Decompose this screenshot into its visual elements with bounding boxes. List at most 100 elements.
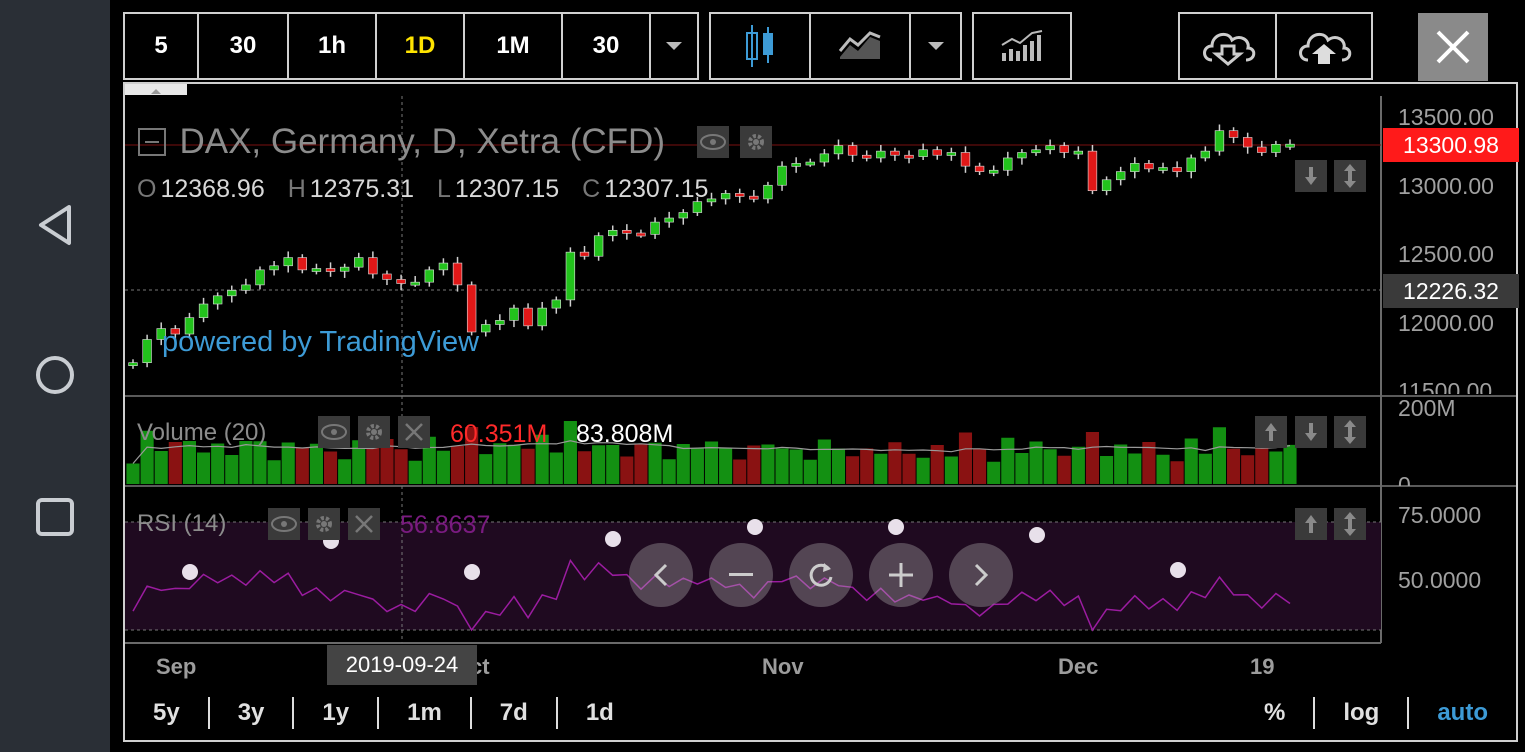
volume-value-2: 83.808M bbox=[576, 420, 674, 448]
hide-rsi-button[interactable] bbox=[268, 508, 300, 540]
volume-bar bbox=[1255, 445, 1269, 484]
chevron-right-icon bbox=[974, 563, 989, 587]
volume-expand-button[interactable] bbox=[1334, 416, 1366, 448]
range-1y[interactable]: 1y bbox=[294, 697, 377, 729]
remove-rsi-button[interactable] bbox=[348, 508, 380, 540]
volume-bar bbox=[1156, 454, 1170, 484]
volume-bar bbox=[338, 459, 352, 484]
chart-scroll-dot bbox=[1170, 562, 1186, 578]
candle bbox=[904, 154, 914, 159]
volume-bar bbox=[1001, 437, 1015, 484]
range-1m[interactable]: 1m bbox=[379, 697, 470, 729]
volume-bar bbox=[1043, 449, 1057, 484]
series-title: DAX, Germany, D, Xetra (CFD) bbox=[179, 122, 665, 161]
volume-bar bbox=[295, 447, 309, 484]
series-settings-button[interactable] bbox=[739, 126, 772, 158]
rsi-expand-button[interactable] bbox=[1334, 508, 1366, 540]
hide-series-button[interactable] bbox=[697, 126, 730, 158]
candle bbox=[1101, 179, 1112, 192]
rsi-settings-button[interactable] bbox=[308, 508, 340, 540]
volume-bar bbox=[408, 460, 422, 484]
candle bbox=[565, 251, 576, 301]
volume-bar bbox=[436, 450, 450, 484]
volume-bar bbox=[1015, 453, 1029, 484]
candle bbox=[212, 295, 223, 305]
volume-bar bbox=[662, 459, 676, 484]
percent-scale-toggle[interactable]: % bbox=[1236, 697, 1313, 729]
scroll-left-button[interactable] bbox=[629, 543, 693, 607]
volume-bar bbox=[1128, 453, 1142, 484]
time-axis-label: Nov bbox=[762, 654, 804, 679]
expand-vertical-icon bbox=[1344, 164, 1356, 188]
chart-scroll-dot bbox=[747, 519, 763, 535]
volume-bar bbox=[690, 448, 704, 484]
chart-canvas[interactable] bbox=[0, 0, 1525, 752]
candle bbox=[1257, 146, 1267, 153]
volume-settings-button[interactable] bbox=[358, 416, 390, 448]
volume-bar bbox=[719, 448, 733, 484]
candle bbox=[932, 149, 942, 156]
candle bbox=[1242, 137, 1253, 148]
candle bbox=[523, 307, 533, 327]
candle bbox=[438, 262, 449, 271]
zoom-out-button[interactable] bbox=[709, 543, 773, 607]
scroll-right-button[interactable] bbox=[949, 543, 1013, 607]
volume-bar bbox=[196, 452, 211, 484]
volume-bar bbox=[1100, 456, 1114, 484]
hide-volume-button[interactable] bbox=[318, 416, 350, 448]
volume-move-up-button[interactable] bbox=[1255, 416, 1287, 448]
zoom-in-button[interactable] bbox=[869, 543, 933, 607]
volume-move-down-button[interactable] bbox=[1295, 416, 1327, 448]
volume-bar bbox=[1085, 432, 1100, 484]
candle bbox=[424, 269, 434, 283]
arrow-down-icon bbox=[1305, 423, 1317, 441]
candle bbox=[537, 307, 547, 327]
reset-chart-button[interactable] bbox=[789, 543, 853, 607]
candle bbox=[791, 163, 801, 167]
candle bbox=[890, 150, 900, 156]
price-axis-label: 13000.00 bbox=[1398, 173, 1494, 199]
candle bbox=[974, 165, 985, 172]
auto-scale-toggle[interactable]: auto bbox=[1409, 697, 1516, 729]
scroll-down-button[interactable] bbox=[1295, 160, 1327, 192]
volume-bar bbox=[507, 444, 521, 484]
volume-bar bbox=[253, 441, 267, 484]
time-axis-label: Dec bbox=[1058, 654, 1099, 679]
candle bbox=[678, 212, 688, 219]
volume-bar bbox=[281, 442, 295, 484]
tradingview-watermark[interactable]: powered by TradingView bbox=[162, 326, 479, 359]
close-label: C bbox=[582, 175, 601, 203]
gear-icon bbox=[366, 424, 382, 440]
volume-bar bbox=[479, 454, 493, 484]
expand-pane-button[interactable] bbox=[1334, 160, 1366, 192]
candle bbox=[142, 339, 152, 363]
collapse-legend-icon[interactable] bbox=[137, 127, 167, 157]
volume-bar bbox=[944, 456, 958, 484]
candle bbox=[1130, 163, 1140, 172]
range-1d[interactable]: 1d bbox=[558, 697, 642, 729]
plus-icon bbox=[889, 563, 913, 587]
volume-bar bbox=[592, 445, 606, 484]
range-3y[interactable]: 3y bbox=[210, 697, 293, 729]
candle bbox=[946, 152, 957, 156]
volume-bar bbox=[1114, 444, 1128, 484]
candle bbox=[1087, 150, 1098, 192]
range-5y[interactable]: 5y bbox=[125, 697, 208, 729]
rsi-move-up-button[interactable] bbox=[1295, 508, 1327, 540]
candle bbox=[128, 362, 138, 367]
range-7d[interactable]: 7d bbox=[472, 697, 556, 729]
last-price-label: 13300.98 bbox=[1383, 128, 1519, 162]
eye-icon bbox=[271, 516, 297, 532]
volume-bar bbox=[366, 443, 380, 484]
volume-bar bbox=[1170, 461, 1184, 484]
volume-bar bbox=[1198, 453, 1212, 484]
log-scale-toggle[interactable]: log bbox=[1315, 697, 1407, 729]
remove-volume-button[interactable] bbox=[398, 416, 430, 448]
candle bbox=[862, 154, 872, 159]
volume-bar bbox=[620, 456, 634, 484]
candle bbox=[255, 269, 265, 286]
time-axis-label: Sep bbox=[156, 654, 197, 679]
open-value: 12368.96 bbox=[160, 175, 265, 203]
candle bbox=[283, 257, 293, 267]
volume-bar bbox=[154, 451, 168, 484]
